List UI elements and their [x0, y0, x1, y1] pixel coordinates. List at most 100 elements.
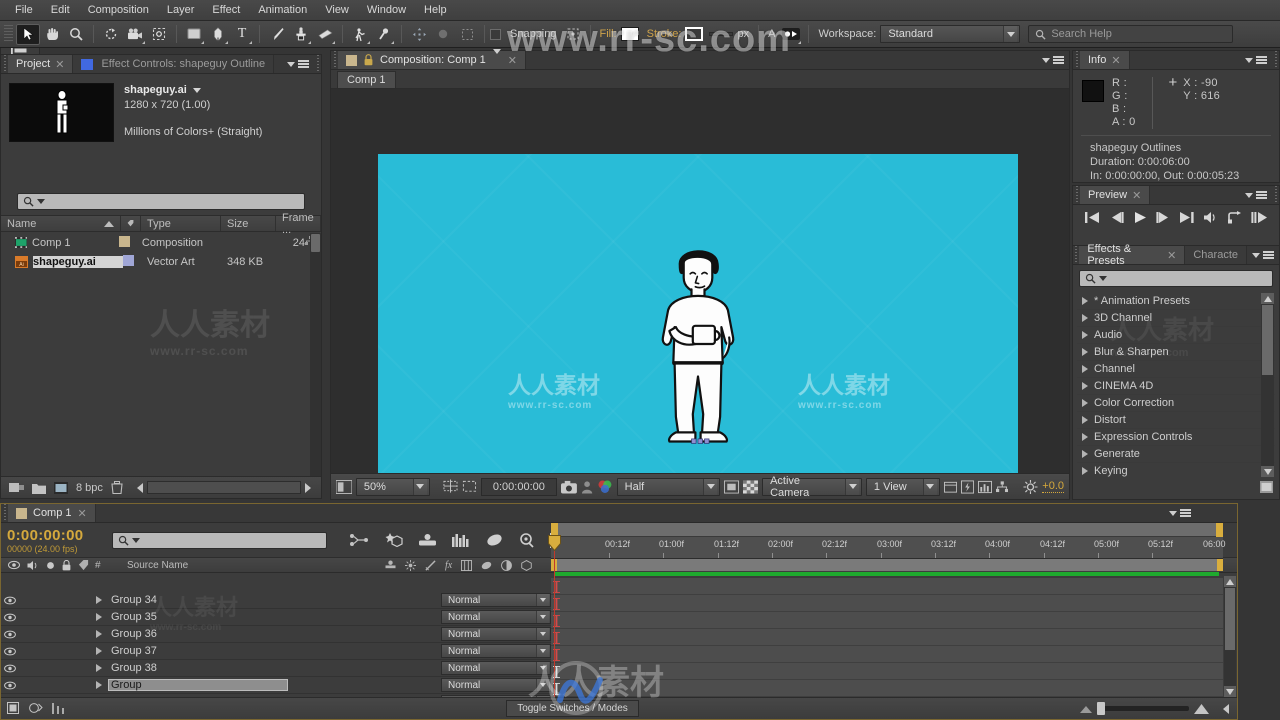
- timeline-panel-grip[interactable]: [1, 504, 8, 522]
- layer-name[interactable]: Group 35: [108, 611, 160, 623]
- type-tool[interactable]: T: [230, 24, 254, 45]
- tab-character[interactable]: Characte: [1185, 246, 1247, 264]
- roto-brush-tool[interactable]: [348, 24, 372, 45]
- pixel-aspect-correction-icon[interactable]: [943, 480, 957, 494]
- composition-panel-menu[interactable]: [1037, 51, 1069, 69]
- zoom-in-timeline-icon[interactable]: [1194, 703, 1209, 714]
- table-row[interactable]: Group 34 Normal: [1, 592, 551, 609]
- scroll-right-arrow[interactable]: [303, 482, 313, 494]
- new-folder-icon[interactable]: [32, 482, 46, 494]
- disclosure-triangle-icon[interactable]: [1082, 433, 1088, 441]
- source-name-column[interactable]: Source Name: [117, 560, 257, 571]
- toggle-switches-modes-button[interactable]: Toggle Switches / Modes: [506, 700, 639, 717]
- snapping-target-icon[interactable]: [561, 24, 585, 45]
- layer-switches-icon[interactable]: [29, 702, 43, 715]
- video-eye-icon[interactable]: [8, 560, 20, 570]
- blend-mode-dropdown[interactable]: Normal: [441, 661, 551, 675]
- snapshot-icon[interactable]: [560, 480, 577, 494]
- previous-frame-icon[interactable]: [1109, 211, 1124, 224]
- comp-sub-tab-comp1[interactable]: Comp 1: [337, 70, 396, 88]
- preview-panel-grip-right[interactable]: [1272, 186, 1279, 204]
- selection-tool[interactable]: [16, 23, 40, 45]
- layer-name[interactable]: Group 37: [108, 645, 160, 657]
- disclosure-triangle-icon[interactable]: [1082, 314, 1088, 322]
- hide-shy-layers-icon[interactable]: [418, 533, 437, 547]
- list-item[interactable]: Distort: [1077, 412, 1275, 429]
- choose-grid-icon[interactable]: [443, 479, 458, 494]
- snapping-checkbox[interactable]: [490, 28, 501, 40]
- chevron-down-icon[interactable]: [492, 49, 501, 66]
- tab-project[interactable]: Project ✕: [8, 55, 74, 73]
- tab-composition[interactable]: Composition: Comp 1 ✕: [338, 49, 526, 69]
- composition-panel-grip[interactable]: [331, 51, 338, 69]
- list-item[interactable]: Channel: [1077, 361, 1275, 378]
- draft-3d-icon[interactable]: [384, 532, 403, 548]
- disclosure-triangle-icon[interactable]: [1082, 331, 1088, 339]
- bit-depth-label[interactable]: 8 bpc: [76, 482, 103, 494]
- table-row[interactable]: Group 38 Normal: [1, 660, 551, 677]
- menu-edit[interactable]: Edit: [42, 2, 79, 18]
- stroke-swatch[interactable]: [685, 27, 704, 41]
- layer-visibility-toggle[interactable]: [1, 630, 18, 639]
- table-row[interactable]: Group 36 Normal: [1, 626, 551, 643]
- tab-info[interactable]: Info ✕: [1080, 51, 1130, 69]
- channels-icon[interactable]: [597, 479, 613, 494]
- info-panel-menu[interactable]: [1240, 51, 1272, 69]
- scroll-up-arrow[interactable]: [1261, 293, 1274, 304]
- zoom-out-timeline-icon[interactable]: [1080, 704, 1092, 713]
- chevron-down-icon[interactable]: [192, 88, 201, 93]
- shape-tool[interactable]: [182, 24, 206, 45]
- preview-panel-menu[interactable]: [1240, 186, 1272, 204]
- blend-mode-dropdown[interactable]: Normal: [441, 627, 551, 641]
- list-item[interactable]: * Animation Presets: [1077, 293, 1275, 310]
- column-type[interactable]: Type: [141, 216, 221, 231]
- tab-timeline-comp1[interactable]: Comp 1 ✕: [8, 504, 96, 522]
- disclosure-triangle-icon[interactable]: [1082, 416, 1088, 424]
- timeline-search-input[interactable]: [112, 531, 327, 549]
- delete-icon[interactable]: [111, 481, 123, 494]
- effects-panel-menu[interactable]: [1247, 246, 1279, 264]
- exposure-icon[interactable]: [1023, 479, 1038, 495]
- live-update-icon[interactable]: [349, 533, 369, 547]
- table-row[interactable]: Ai shapeguy.ai Vector Art 348 KB: [1, 252, 321, 271]
- mask-feather-icon[interactable]: [431, 24, 455, 45]
- column-label-swatch[interactable]: [121, 216, 141, 231]
- frame-blending-icon[interactable]: [486, 533, 503, 547]
- layer-name[interactable]: Group 38: [108, 662, 160, 674]
- magnification-dropdown[interactable]: 50%: [355, 477, 430, 496]
- table-row[interactable]: Comp 1 Composition 24: [1, 233, 321, 252]
- table-row[interactable]: Group 37 Normal: [1, 643, 551, 660]
- disclosure-triangle-icon[interactable]: [96, 681, 102, 689]
- layer-name[interactable]: Group 36: [108, 628, 160, 640]
- menu-composition[interactable]: Composition: [79, 2, 158, 18]
- close-icon[interactable]: ✕: [1111, 54, 1120, 67]
- horizontal-scrollbar[interactable]: [146, 481, 301, 494]
- layer-visibility-toggle[interactable]: [1, 596, 18, 605]
- play-icon[interactable]: [1133, 211, 1147, 224]
- list-item[interactable]: Audio: [1077, 327, 1275, 344]
- close-icon[interactable]: ✕: [55, 58, 64, 71]
- label-tag-icon[interactable]: [78, 559, 89, 571]
- pan-behind-tool[interactable]: [147, 24, 171, 45]
- comp-flowchart-icon[interactable]: [995, 480, 1008, 493]
- zoom-tool[interactable]: [64, 24, 88, 45]
- close-icon[interactable]: ✕: [508, 54, 517, 67]
- menu-view[interactable]: View: [316, 2, 358, 18]
- composition-canvas[interactable]: 人人素材 www.rr-sc.com 人人素材 www.rr-sc.com: [378, 154, 1018, 473]
- work-area-duration-bar[interactable]: [551, 559, 1223, 571]
- scroll-down-arrow[interactable]: [1261, 466, 1274, 477]
- scroll-down-arrow[interactable]: [1224, 686, 1236, 697]
- layer-visibility-toggle[interactable]: [1, 681, 18, 690]
- move-anchor-point-icon[interactable]: [407, 24, 431, 45]
- layer-name[interactable]: Group 34: [108, 594, 160, 606]
- last-frame-icon[interactable]: [1179, 211, 1194, 224]
- project-panel-menu[interactable]: [282, 55, 314, 73]
- new-animation-preset-icon[interactable]: [1260, 481, 1273, 496]
- solo-icon[interactable]: [46, 561, 55, 570]
- fast-previews-icon[interactable]: [960, 479, 974, 494]
- resolution-dropdown[interactable]: Half: [616, 477, 721, 496]
- list-item[interactable]: Generate: [1077, 446, 1275, 463]
- disclosure-triangle-icon[interactable]: [96, 647, 102, 655]
- effects-scrollbar[interactable]: [1261, 293, 1274, 477]
- layer-number-column[interactable]: #: [95, 560, 117, 571]
